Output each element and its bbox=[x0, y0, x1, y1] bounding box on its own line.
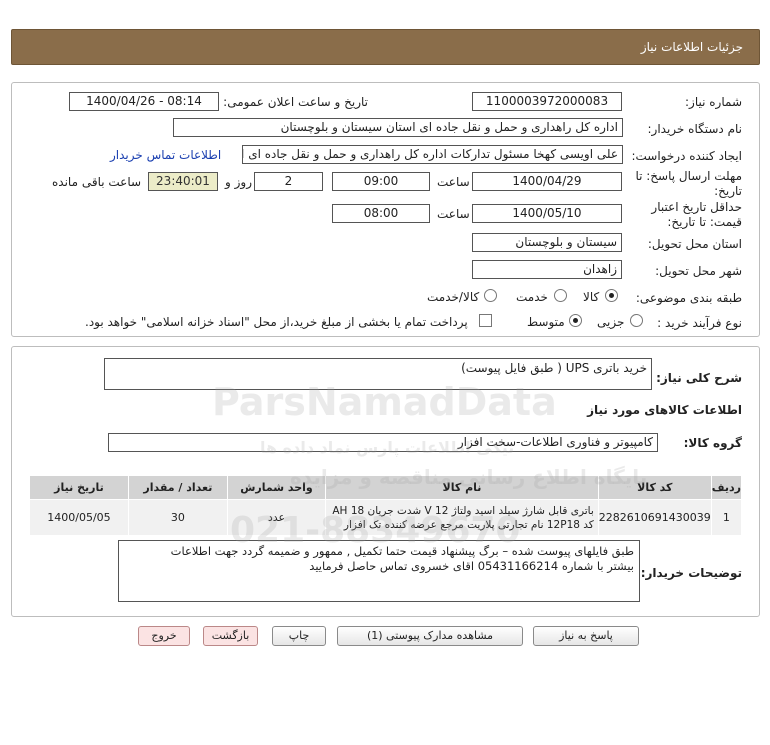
price-validity-time-label: ساعت bbox=[437, 207, 470, 221]
process-option-minor: جزیی bbox=[597, 315, 625, 329]
need-number-field: 1100003972000083 bbox=[472, 92, 622, 111]
category-radio-service[interactable] bbox=[554, 289, 567, 302]
remaining-days-field: 2 bbox=[254, 172, 323, 191]
price-validity-date-field: 1400/05/10 bbox=[472, 204, 622, 223]
treasury-checkbox[interactable] bbox=[479, 314, 492, 327]
goods-group-label: گروه کالا: bbox=[683, 436, 742, 450]
send-deadline-label: مهلت ارسال پاسخ: تا تاریخ: bbox=[635, 169, 742, 198]
announce-datetime-label: تاریخ و ساعت اعلان عمومی: bbox=[223, 95, 368, 109]
send-deadline-time-field: 09:00 bbox=[332, 172, 430, 191]
row-index: 1 bbox=[710, 499, 743, 536]
category-radio-goods[interactable] bbox=[605, 289, 618, 302]
category-radio-goods-service[interactable] bbox=[484, 289, 497, 302]
process-type-label: نوع فرآیند خرید : bbox=[657, 316, 742, 330]
watermark-line1: پایگاه اطلاع رسانی مناقصه و مزایده bbox=[290, 465, 648, 489]
summary-label: شرح کلی نیاز: bbox=[656, 371, 742, 385]
treasury-note: پرداخت تمام یا بخشی از مبلغ خرید،از محل … bbox=[85, 315, 468, 329]
row-date: 1400/05/05 bbox=[29, 499, 129, 536]
requester-field: علی اویسی کهخا مسئول تدارکات اداره کل را… bbox=[242, 145, 623, 164]
page-header: جزئیات اطلاعات نیاز bbox=[11, 29, 760, 65]
buyer-notes-label: توضیحات خریدار: bbox=[640, 566, 742, 580]
category-option-service: خدمت bbox=[516, 290, 548, 304]
send-deadline-date-field: 1400/04/29 bbox=[472, 172, 622, 191]
remaining-time-label: ساعت باقی مانده bbox=[52, 175, 142, 189]
attachments-button[interactable]: مشاهده مدارک پیوستی (1) bbox=[337, 626, 523, 646]
category-option-goods-service: کالا/خدمت bbox=[427, 290, 480, 304]
process-radio-minor[interactable] bbox=[630, 314, 643, 327]
process-option-medium: متوسط bbox=[527, 315, 565, 329]
requester-label: ایجاد کننده درخواست: bbox=[631, 149, 742, 163]
category-option-goods: کالا bbox=[583, 290, 600, 304]
watermark-phone: 021-88349670 bbox=[230, 510, 521, 551]
delivery-province-label: استان محل تحویل: bbox=[647, 237, 742, 251]
page-title: جزئیات اطلاعات نیاز bbox=[640, 40, 743, 54]
announce-datetime-field: 1400/04/26 - 08:14 bbox=[69, 92, 219, 111]
watermark-line2: نیکی اطلاعات پارس نماد داده ها bbox=[260, 438, 515, 457]
need-number-label: شماره نیاز: bbox=[685, 95, 742, 109]
delivery-city-label: شهر محل تحویل: bbox=[655, 264, 742, 278]
row-code: 2282610691430039 bbox=[597, 499, 712, 536]
buyer-org-label: نام دستگاه خریدار: bbox=[647, 122, 743, 136]
col-qty: تعداد / مقدار bbox=[127, 475, 228, 500]
category-label: طبقه بندی موضوعی: bbox=[635, 291, 742, 305]
remaining-time-field: 23:40:01 bbox=[148, 172, 218, 191]
col-date: تاریخ نیاز bbox=[29, 475, 129, 500]
remaining-days-label: روز و bbox=[225, 175, 252, 189]
delivery-province-field: سیستان و بلوچستان bbox=[472, 233, 622, 252]
goods-section-title: اطلاعات کالاهای مورد نیاز bbox=[587, 403, 742, 417]
delivery-city-field: زاهدان bbox=[472, 260, 622, 279]
col-index: ردیف bbox=[710, 475, 743, 500]
buyer-notes-line2: بیشتر با شماره 05431166214 اقای خسروی تم… bbox=[309, 559, 634, 573]
print-button[interactable]: چاپ bbox=[272, 626, 326, 646]
reply-button[interactable]: پاسخ به نیاز bbox=[533, 626, 639, 646]
send-deadline-time-label: ساعت bbox=[437, 175, 470, 189]
price-validity-time-field: 08:00 bbox=[332, 204, 430, 223]
watermark-brand: ParsNamadData bbox=[212, 380, 557, 424]
price-validity-label: حداقل تاریخ اعتبار قیمت: تا تاریخ: bbox=[651, 200, 742, 229]
back-button[interactable]: بازگشت bbox=[203, 626, 258, 646]
buyer-contact-link[interactable]: اطلاعات تماس خریدار bbox=[110, 148, 221, 162]
exit-button[interactable]: خروج bbox=[138, 626, 190, 646]
process-radio-medium[interactable] bbox=[569, 314, 582, 327]
row-qty: 30 bbox=[127, 499, 228, 536]
summary-text: خرید باتری UPS ( طبق فایل پیوست) bbox=[461, 361, 647, 375]
buyer-org-field: اداره کل راهداری و حمل و نقل جاده ای است… bbox=[173, 118, 623, 137]
